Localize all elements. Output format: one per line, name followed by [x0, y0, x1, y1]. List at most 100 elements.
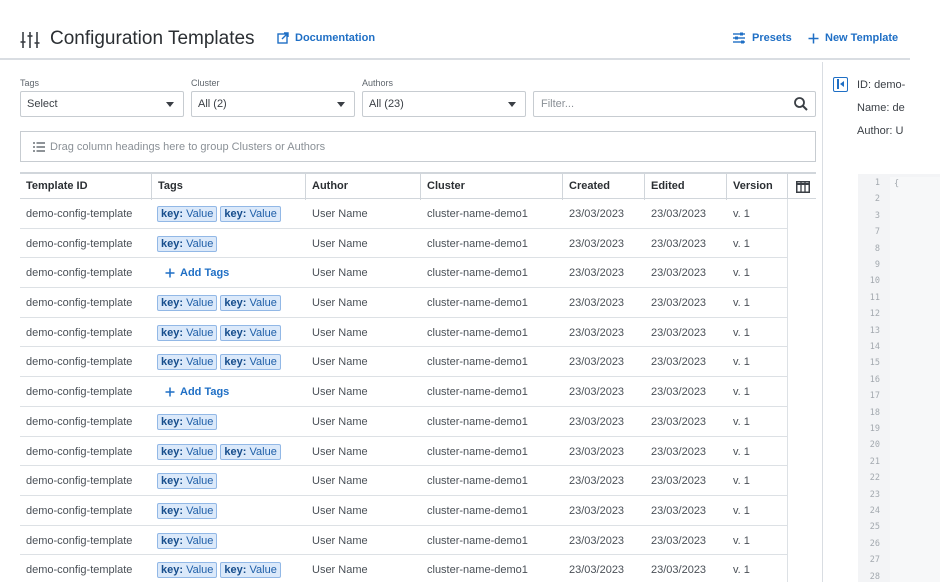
tag-value: Value: [186, 475, 214, 488]
column-header-edited[interactable]: Edited: [644, 174, 726, 200]
table-row[interactable]: demo-config-template key: Value User Name c…: [20, 496, 816, 526]
tag-key: key:: [224, 208, 247, 220]
tag-key: key:: [224, 297, 247, 310]
group-by-dropzone[interactable]: Drag column headings here to group Clust…: [20, 131, 816, 162]
author-cell: User Name: [312, 386, 368, 399]
tags-cell: key: Value: [157, 229, 220, 258]
template-id-cell[interactable]: demo-config-template: [26, 555, 132, 582]
tag-value: Value: [186, 356, 214, 369]
edited-cell: 23/03/2023: [651, 237, 707, 250]
table-row[interactable]: demo-config-template key: Value User Name c…: [20, 407, 816, 437]
tag-chip[interactable]: key: Value: [157, 413, 218, 430]
tags-filter-label: Tags: [20, 78, 40, 88]
code-area[interactable]: {: [890, 177, 940, 582]
edited-cell: 23/03/2023: [651, 267, 707, 280]
column-header-created[interactable]: Created: [562, 174, 644, 200]
tag-chip[interactable]: key: Value: [157, 324, 218, 341]
tag-chip[interactable]: key: Value: [157, 502, 218, 519]
tag-chip[interactable]: key: Value: [157, 295, 218, 312]
line-number: 26: [869, 538, 880, 549]
table-row[interactable]: demo-config-template Add Tags User Name clu…: [20, 258, 816, 289]
tag-chip[interactable]: key: Value: [220, 324, 281, 341]
column-chooser-button[interactable]: [787, 174, 816, 200]
tag-value: Value: [186, 504, 214, 517]
table-row[interactable]: demo-config-template key: Value key: Value…: [20, 437, 816, 467]
template-id-cell[interactable]: demo-config-template: [26, 437, 132, 466]
version-cell: v. 1: [733, 504, 750, 517]
template-id-cell[interactable]: demo-config-template: [26, 199, 132, 228]
created-cell: 23/03/2023: [569, 445, 625, 458]
author-cell: User Name: [312, 534, 368, 547]
table-row[interactable]: demo-config-template key: Value key: Value…: [20, 288, 816, 318]
tag-chip[interactable]: key: Value: [220, 206, 281, 222]
created-cell: 23/03/2023: [569, 564, 625, 577]
template-id-cell[interactable]: demo-config-template: [26, 496, 132, 525]
cluster-cell: cluster-name-demo1: [427, 445, 528, 458]
detail-name: Name: de: [857, 102, 905, 114]
cluster-cell: cluster-name-demo1: [427, 208, 528, 220]
cluster-cell: cluster-name-demo1: [427, 326, 528, 339]
tag-value: Value: [249, 445, 277, 458]
template-id-cell[interactable]: demo-config-template: [26, 377, 132, 406]
created-cell: 23/03/2023: [569, 267, 625, 280]
code-line-1: {: [894, 179, 900, 189]
table-row[interactable]: demo-config-template key: Value User Name c…: [20, 229, 816, 259]
table-row[interactable]: demo-config-template key: Value key: Value…: [20, 199, 816, 229]
tag-key: key:: [161, 208, 184, 220]
tag-chip[interactable]: key: Value: [220, 443, 281, 460]
tag-chip[interactable]: key: Value: [157, 354, 218, 371]
line-number: 20: [869, 440, 880, 451]
add-tags-button[interactable]: Add Tags: [165, 386, 229, 398]
template-id-cell[interactable]: demo-config-template: [26, 258, 132, 287]
column-header-tags[interactable]: Tags: [151, 174, 305, 200]
template-id-cell[interactable]: demo-config-template: [26, 526, 132, 555]
template-id-cell[interactable]: demo-config-template: [26, 229, 132, 258]
authors-select[interactable]: All (23): [362, 91, 526, 117]
tag-chip[interactable]: key: Value: [157, 235, 218, 252]
chevron-down-icon: [508, 102, 516, 107]
code-editor[interactable]: 1 2 3 7 8 9 10 11 12 13 14 15 16 17 18 19 20 21 22 23 24 25 26…: [858, 174, 940, 582]
template-id-cell[interactable]: demo-config-template: [26, 318, 132, 347]
collapse-panel-icon[interactable]: [833, 77, 848, 92]
presets-button[interactable]: Presets: [732, 32, 792, 44]
table-row[interactable]: demo-config-template key: Value key: Value…: [20, 318, 816, 348]
add-tags-button[interactable]: Add Tags: [165, 267, 229, 279]
edited-cell: 23/03/2023: [651, 297, 707, 310]
tags-cell: key: Value key: Value: [157, 318, 284, 347]
table-row[interactable]: demo-config-template key: Value User Name c…: [20, 526, 816, 556]
chevron-down-icon: [166, 102, 174, 107]
tag-chip[interactable]: key: Value: [220, 295, 281, 312]
table-row[interactable]: demo-config-template key: Value key: Value…: [20, 347, 816, 378]
column-header-version[interactable]: Version: [726, 174, 787, 200]
template-id-cell[interactable]: demo-config-template: [26, 407, 132, 436]
table-row[interactable]: demo-config-template key: Value User Name c…: [20, 466, 816, 496]
column-header-author[interactable]: Author: [305, 174, 420, 200]
authors-filter-label: Authors: [362, 78, 394, 88]
table-row[interactable]: demo-config-template key: Value key: Value…: [20, 555, 816, 582]
table-row[interactable]: demo-config-template Add Tags User Name clu…: [20, 377, 816, 407]
cluster-select[interactable]: All (2): [191, 91, 355, 117]
template-id-cell[interactable]: demo-config-template: [26, 347, 132, 376]
tag-chip[interactable]: key: Value: [157, 473, 218, 490]
line-number: 2: [874, 194, 880, 205]
created-cell: 23/03/2023: [569, 415, 625, 428]
created-cell: 23/03/2023: [569, 534, 625, 547]
search-icon[interactable]: [793, 96, 809, 112]
tag-chip[interactable]: key: Value: [220, 562, 281, 579]
column-header-template-id[interactable]: Template ID: [20, 174, 151, 200]
tag-chip[interactable]: key: Value: [157, 206, 218, 222]
tag-chip[interactable]: key: Value: [157, 562, 218, 579]
tag-value: Value: [186, 297, 214, 310]
tags-select[interactable]: Select: [20, 91, 184, 117]
filter-input[interactable]: [533, 91, 816, 117]
tag-chip[interactable]: key: Value: [157, 532, 218, 549]
new-template-button[interactable]: New Template: [808, 32, 898, 44]
template-id-cell[interactable]: demo-config-template: [26, 466, 132, 495]
tag-key: key:: [161, 475, 184, 488]
created-cell: 23/03/2023: [569, 326, 625, 339]
template-id-cell[interactable]: demo-config-template: [26, 288, 132, 317]
tag-chip[interactable]: key: Value: [157, 443, 218, 460]
tag-chip[interactable]: key: Value: [220, 354, 281, 371]
documentation-link[interactable]: Documentation: [277, 32, 375, 44]
column-header-cluster[interactable]: Cluster: [420, 174, 562, 200]
